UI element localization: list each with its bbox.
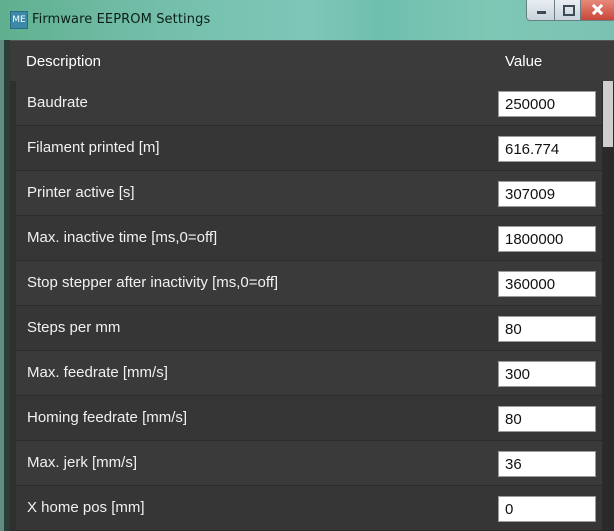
column-header-description: Description <box>26 53 102 70</box>
minimize-button[interactable] <box>526 0 556 21</box>
table-row: Filament printed [m] <box>16 126 602 171</box>
window-title: Firmware EEPROM Settings <box>32 12 211 27</box>
setting-value-input[interactable] <box>498 271 596 297</box>
table-row: Steps per mm <box>16 306 602 351</box>
table-row: Baudrate <box>16 81 602 126</box>
table-row: Homing feedrate [mm/s] <box>16 396 602 441</box>
table-row: Printer active [s] <box>16 171 602 216</box>
table-header: Description Value <box>10 40 614 81</box>
setting-label: X home pos [mm] <box>27 499 145 516</box>
setting-label: Max. jerk [mm/s] <box>27 454 138 471</box>
table-row: Max. inactive time [ms,0=off] <box>16 216 602 261</box>
setting-label: Steps per mm <box>27 319 121 336</box>
setting-label: Max. inactive time [ms,0=off] <box>27 229 218 246</box>
setting-label: Max. feedrate [mm/s] <box>27 364 168 381</box>
setting-value-input[interactable] <box>498 91 596 117</box>
setting-value-input[interactable] <box>498 316 596 342</box>
app-icon: ME <box>10 11 28 29</box>
maximize-button[interactable] <box>554 0 582 21</box>
setting-label: Printer active [s] <box>27 184 135 201</box>
title-bar[interactable]: ME Firmware EEPROM Settings <box>0 0 614 41</box>
setting-label: Filament printed [m] <box>27 139 160 156</box>
table-row: X home pos [mm] <box>16 486 602 531</box>
setting-value-input[interactable] <box>498 406 596 432</box>
table-row: Stop stepper after inactivity [ms,0=off] <box>16 261 602 306</box>
eeprom-settings-window: ME Firmware EEPROM Settings Description … <box>0 0 614 531</box>
table-row: Max. jerk [mm/s] <box>16 441 602 486</box>
setting-label: Stop stepper after inactivity [ms,0=off] <box>27 274 279 291</box>
setting-value-input[interactable] <box>498 361 596 387</box>
table-row: Max. feedrate [mm/s] <box>16 351 602 396</box>
settings-table: Baudrate Filament printed [m] Printer ac… <box>16 81 602 531</box>
setting-value-input[interactable] <box>498 181 596 207</box>
setting-value-input[interactable] <box>498 136 596 162</box>
column-header-value: Value <box>505 53 543 70</box>
setting-label: Baudrate <box>27 94 88 111</box>
window-frame-inner <box>4 40 10 531</box>
setting-value-input[interactable] <box>498 496 596 522</box>
setting-value-input[interactable] <box>498 226 596 252</box>
vertical-scrollbar[interactable] <box>602 81 614 531</box>
close-button[interactable] <box>580 0 614 21</box>
setting-value-input[interactable] <box>498 451 596 477</box>
setting-label: Homing feedrate [mm/s] <box>27 409 188 426</box>
scrollbar-thumb[interactable] <box>603 81 613 147</box>
